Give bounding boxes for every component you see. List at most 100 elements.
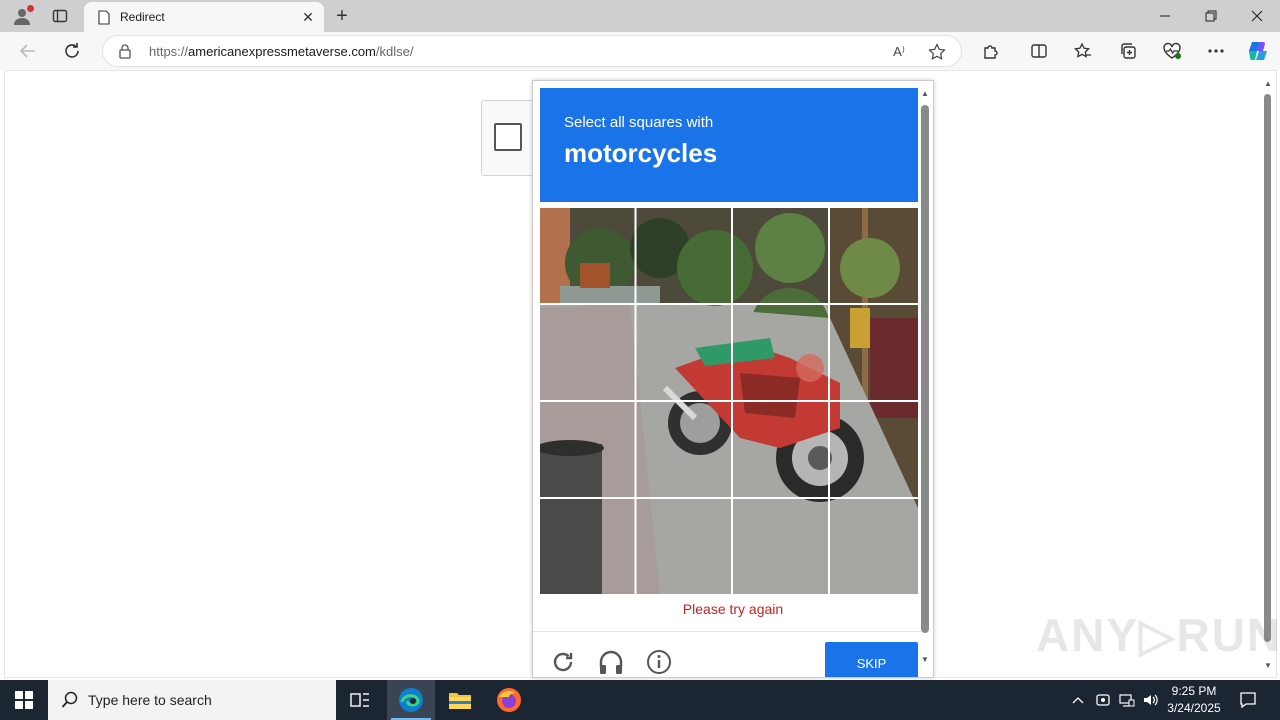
- volume-icon[interactable]: [1140, 680, 1162, 720]
- search-icon: [60, 690, 80, 710]
- close-tab-icon[interactable]: ✕: [297, 6, 319, 28]
- headphones-icon: [599, 650, 623, 674]
- scrollbar-thumb[interactable]: [921, 105, 929, 633]
- collections-button[interactable]: [1113, 37, 1143, 65]
- more-dots-icon: [1208, 49, 1224, 53]
- grid-tile[interactable]: [635, 499, 728, 594]
- grid-tile[interactable]: [540, 305, 633, 400]
- watermark-logo: ANY▷RUN: [1036, 609, 1280, 661]
- page-scroll-down-icon[interactable]: ▼: [1263, 662, 1273, 670]
- tab-strip: Redirect ✕ +: [0, 0, 1280, 32]
- collections-icon: [1121, 43, 1136, 59]
- reload-icon: [553, 652, 573, 672]
- back-arrow-icon: [19, 44, 35, 58]
- task-view-button[interactable]: [336, 680, 384, 720]
- grid-tile[interactable]: [825, 499, 918, 594]
- taskbar-app-file-explorer[interactable]: [436, 680, 484, 720]
- tab-actions-icon: [52, 9, 68, 23]
- task-view-icon: [350, 693, 369, 707]
- profile-button[interactable]: [8, 3, 36, 29]
- grid-tile[interactable]: [825, 208, 918, 303]
- tab-title: Redirect: [120, 10, 165, 24]
- challenge-scrollbar[interactable]: ▲ ▼: [919, 87, 931, 677]
- target-object-text: motorcycles: [564, 138, 718, 168]
- restore-button[interactable]: [1188, 0, 1234, 32]
- favorites-button[interactable]: [1068, 37, 1098, 65]
- tray-overflow-icon[interactable]: [1068, 680, 1088, 720]
- toolbar: https://americanexpressmetaverse.com/kdl…: [0, 32, 1280, 70]
- grid-tile[interactable]: [825, 305, 918, 400]
- grid-tile[interactable]: [540, 499, 633, 594]
- minimize-button[interactable]: [1142, 0, 1188, 32]
- search-placeholder: Type here to search: [88, 692, 212, 708]
- address-bar[interactable]: https://americanexpressmetaverse.com/kdl…: [102, 35, 962, 67]
- clock-time: 9:25 PM: [1171, 684, 1217, 698]
- taskbar-app-edge[interactable]: [387, 680, 435, 720]
- notification-icon: [1240, 692, 1256, 709]
- copilot-button[interactable]: [1243, 37, 1273, 65]
- minimize-icon: [1160, 15, 1170, 17]
- grid-tile[interactable]: [635, 305, 728, 400]
- meet-now-icon[interactable]: [1092, 680, 1114, 720]
- image-grid: [540, 208, 918, 594]
- tab-redirect[interactable]: Redirect ✕: [84, 2, 324, 32]
- scroll-down-arrow-icon[interactable]: ▼: [920, 655, 930, 664]
- grid-tile[interactable]: [540, 208, 633, 303]
- grid-tile[interactable]: [730, 208, 823, 303]
- clock-date: 3/24/2025: [1167, 701, 1221, 715]
- puzzle-icon: [984, 45, 998, 59]
- browser-essentials-button[interactable]: [1157, 37, 1187, 65]
- refresh-button[interactable]: [57, 37, 87, 65]
- url-text: https://americanexpressmetaverse.com/kdl…: [149, 44, 414, 59]
- heart-pulse-icon: [1163, 42, 1181, 59]
- page-scroll-up-icon[interactable]: ▲: [1263, 80, 1273, 88]
- windows-logo-icon: [15, 691, 33, 709]
- grid-tile[interactable]: [635, 402, 728, 497]
- scroll-up-arrow-icon[interactable]: ▲: [920, 89, 930, 98]
- new-tab-button[interactable]: +: [330, 4, 354, 28]
- lock-icon[interactable]: [117, 43, 133, 59]
- close-icon: [1251, 10, 1263, 22]
- notifications-button[interactable]: [1234, 680, 1262, 720]
- page-scrollbar[interactable]: ▲ ▼: [1261, 78, 1275, 674]
- info-button[interactable]: [645, 648, 673, 676]
- settings-more-button[interactable]: [1201, 37, 1231, 65]
- folder-icon: [449, 693, 471, 709]
- copilot-icon: [1249, 42, 1267, 60]
- start-button[interactable]: [0, 680, 48, 720]
- taskbar-app-firefox[interactable]: [485, 680, 533, 720]
- refresh-icon: [65, 43, 79, 58]
- notification-dot: [27, 5, 34, 12]
- reload-challenge-button[interactable]: [549, 648, 577, 676]
- taskbar-search-box[interactable]: Type here to search: [48, 680, 336, 720]
- instruction-text: Select all squares with: [564, 114, 714, 131]
- network-icon[interactable]: [1116, 680, 1138, 720]
- extensions-button[interactable]: [976, 37, 1006, 65]
- grid-tile[interactable]: [825, 402, 918, 497]
- info-icon: [647, 650, 671, 674]
- favorite-star-icon[interactable]: [927, 42, 947, 62]
- grid-tile[interactable]: [730, 402, 823, 497]
- system-clock[interactable]: 9:25 PM 3/24/2025: [1160, 683, 1228, 717]
- audio-challenge-button[interactable]: [597, 648, 625, 676]
- grid-tile[interactable]: [540, 402, 633, 497]
- page-scrollbar-thumb[interactable]: [1264, 94, 1271, 642]
- captcha-challenge-panel: Select all squares with motorcycles Plea…: [532, 80, 934, 678]
- grid-tile[interactable]: [730, 499, 823, 594]
- firefox-icon: [497, 688, 521, 712]
- challenge-footer: SKIP: [533, 631, 921, 677]
- grid-tile[interactable]: [730, 305, 823, 400]
- grid-tile[interactable]: [635, 208, 728, 303]
- split-screen-button[interactable]: [1024, 37, 1054, 65]
- tab-actions-button[interactable]: [46, 3, 74, 29]
- restore-icon: [1205, 10, 1217, 22]
- back-button[interactable]: [13, 37, 43, 65]
- taskbar: Type here to search 9:25 PM 3/24/2025: [0, 680, 1280, 720]
- favorites-icon: [1074, 42, 1091, 58]
- skip-button[interactable]: SKIP: [825, 642, 918, 677]
- close-window-button[interactable]: [1234, 0, 1280, 32]
- edge-browser-icon: [399, 688, 423, 712]
- captcha-checkbox[interactable]: [494, 123, 522, 151]
- browser-window: Redirect ✕ + https://americanexpressmeta…: [0, 0, 1280, 720]
- read-aloud-icon[interactable]: A⁾: [889, 42, 909, 62]
